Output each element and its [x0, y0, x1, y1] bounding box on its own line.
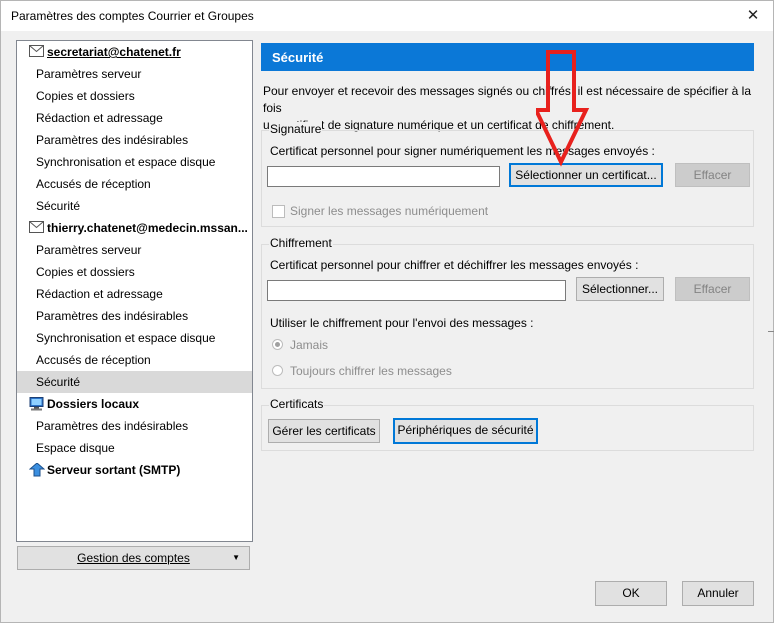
tree-smtp-label: Serveur sortant (SMTP): [47, 463, 181, 477]
account-actions-label: Gestion des comptes: [77, 551, 190, 565]
encrypt-always-radio[interactable]: [272, 365, 283, 376]
computer-icon: [29, 397, 44, 411]
cancel-button[interactable]: Annuler: [682, 581, 754, 606]
tree-local-label: Dossiers locaux: [47, 397, 140, 411]
manage-certificates-button[interactable]: Gérer les certificats: [268, 419, 380, 443]
security-description: Pour envoyer et recevoir des messages si…: [263, 83, 758, 134]
mail-envelope-icon: [29, 45, 44, 57]
mail-envelope-icon: [29, 221, 44, 233]
account-actions-button[interactable]: Gestion des comptes ▼: [17, 546, 250, 570]
signature-cert-label: Certificat personnel pour signer numériq…: [270, 144, 655, 158]
tree-item-copies-folders[interactable]: Copies et dossiers: [17, 85, 252, 107]
annotation-arrow-icon: [536, 50, 590, 167]
encrypt-never-label: Jamais: [290, 338, 329, 352]
tree-item-sync-disk[interactable]: Synchronisation et espace disque: [17, 151, 252, 173]
security-devices-button[interactable]: Périphériques de sécurité: [393, 418, 538, 444]
tree-item-copies-folders[interactable]: Copies et dossiers: [17, 261, 252, 283]
tree-item-sync-disk[interactable]: Synchronisation et espace disque: [17, 327, 252, 349]
tree-item-security-selected[interactable]: Sécurité: [17, 371, 252, 393]
title-bar: Paramètres des comptes Courrier et Group…: [1, 1, 773, 31]
sign-messages-checkbox[interactable]: [272, 205, 285, 218]
encrypt-always-label: Toujours chiffrer les messages: [290, 364, 452, 378]
window-title: Paramètres des comptes Courrier et Group…: [11, 9, 254, 23]
encryption-legend: Chiffrement: [269, 236, 333, 250]
tree-smtp-server[interactable]: Serveur sortant (SMTP): [17, 459, 252, 481]
tree-account-label: thierry.chatenet@medecin.mssan...: [47, 221, 248, 235]
close-icon[interactable]: ✕: [733, 1, 773, 31]
signature-legend: Signature: [269, 122, 323, 136]
tree-item-junk-settings[interactable]: Paramètres des indésirables: [17, 415, 252, 437]
tree-item-junk-settings[interactable]: Paramètres des indésirables: [17, 129, 252, 151]
tree-local-folders[interactable]: Dossiers locaux: [17, 393, 252, 415]
tree-item-junk-settings[interactable]: Paramètres des indésirables: [17, 305, 252, 327]
clear-encryption-cert-button[interactable]: Effacer: [675, 277, 750, 301]
outgoing-server-icon: [29, 463, 45, 477]
tree-item-composition[interactable]: Rédaction et adressage: [17, 107, 252, 129]
tree-item-disk-space[interactable]: Espace disque: [17, 437, 252, 459]
description-line: Pour envoyer et recevoir des messages si…: [263, 84, 752, 115]
encryption-cert-input[interactable]: [267, 280, 566, 301]
encryption-usage-label: Utiliser le chiffrement pour l'envoi des…: [270, 316, 534, 330]
select-encryption-cert-button[interactable]: Sélectionner...: [576, 277, 664, 301]
ok-button[interactable]: OK: [595, 581, 667, 606]
sign-messages-label: Signer les messages numériquement: [290, 204, 489, 218]
tree-item-server-settings[interactable]: Paramètres serveur: [17, 239, 252, 261]
tree-account-secretariat[interactable]: secretariat@chatenet.fr: [17, 41, 252, 63]
account-settings-window: Paramètres des comptes Courrier et Group…: [0, 0, 774, 623]
encryption-cert-label: Certificat personnel pour chiffrer et dé…: [270, 258, 639, 272]
chevron-down-icon: ▼: [232, 553, 240, 562]
resize-edge: [768, 331, 774, 332]
tree-item-composition[interactable]: Rédaction et adressage: [17, 283, 252, 305]
tree-item-security[interactable]: Sécurité: [17, 195, 252, 217]
certificates-legend: Certificats: [269, 397, 325, 411]
clear-signature-cert-button[interactable]: Effacer: [675, 163, 750, 187]
tree-account-thierry[interactable]: thierry.chatenet@medecin.mssan...: [17, 217, 252, 239]
tree-item-server-settings[interactable]: Paramètres serveur: [17, 63, 252, 85]
page-title: Sécurité: [261, 43, 754, 71]
encrypt-never-radio[interactable]: [272, 339, 283, 350]
account-tree[interactable]: secretariat@chatenet.fr Paramètres serve…: [16, 40, 253, 542]
tree-item-receipts[interactable]: Accusés de réception: [17, 173, 252, 195]
tree-item-receipts[interactable]: Accusés de réception: [17, 349, 252, 371]
tree-account-label: secretariat@chatenet.fr: [47, 45, 181, 59]
signature-cert-input[interactable]: [267, 166, 500, 187]
